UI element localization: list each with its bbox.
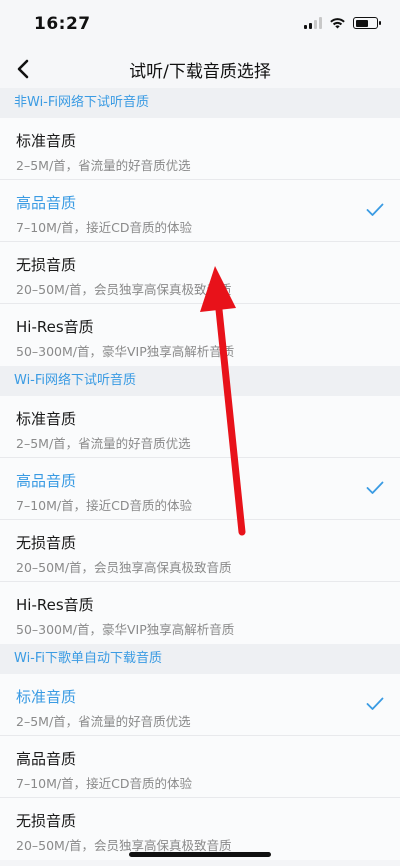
option-name: 高品音质: [16, 472, 77, 490]
battery-icon: [353, 17, 381, 29]
option-name: 高品音质: [16, 750, 77, 768]
option-desc: 50–300M/首，豪华VIP独享高解析音质: [16, 344, 235, 359]
option-name: Hi-Res音质: [16, 596, 94, 614]
wifi-icon: [330, 18, 345, 29]
settings-list: 非Wi-Fi网络下试听音质 标准音质 2–5M/首，省流量的好音质优选 高品音质…: [0, 88, 400, 860]
option-hires[interactable]: Hi-Res音质 50–300M/首，豪华VIP独享高解析音质: [0, 582, 400, 644]
section-header-mobile-preview: 非Wi-Fi网络下试听音质: [0, 88, 400, 118]
option-name: 标准音质: [16, 410, 77, 428]
option-name: 无损音质: [16, 812, 77, 830]
check-icon: [366, 481, 384, 494]
option-desc: 2–5M/首，省流量的好音质优选: [16, 158, 191, 173]
section-header-wifi-preview: Wi-Fi网络下试听音质: [0, 366, 400, 396]
option-desc: 20–50M/首，会员独享高保真极致音质: [16, 560, 232, 575]
option-name: 标准音质: [16, 132, 77, 150]
page-title: 试听/下载音质选择: [129, 62, 271, 82]
option-standard[interactable]: 标准音质 2–5M/首，省流量的好音质优选: [0, 118, 400, 180]
option-name: 高品音质: [16, 194, 77, 212]
option-standard[interactable]: 标准音质 2–5M/首，省流量的好音质优选: [0, 674, 400, 736]
cellular-signal-icon: [304, 17, 322, 29]
option-lossless[interactable]: 无损音质 20–50M/首，会员独享高保真极致音质: [0, 520, 400, 582]
option-name: Hi-Res音质: [16, 318, 94, 336]
option-desc: 7–10M/首，接近CD音质的体验: [16, 776, 192, 791]
option-desc: 20–50M/首，会员独享高保真极致音质: [16, 282, 232, 297]
check-icon: [366, 203, 384, 216]
option-lossless[interactable]: 无损音质 20–50M/首，会员独享高保真极致音质: [0, 798, 400, 860]
check-icon: [366, 697, 384, 710]
option-desc: 2–5M/首，省流量的好音质优选: [16, 714, 191, 729]
option-lossless[interactable]: 无损音质 20–50M/首，会员独享高保真极致音质: [0, 242, 400, 304]
option-name: 无损音质: [16, 256, 77, 274]
option-standard[interactable]: 标准音质 2–5M/首，省流量的好音质优选: [0, 396, 400, 458]
section-header-wifi-download: Wi-Fi下歌单自动下载音质: [0, 644, 400, 674]
option-hires[interactable]: Hi-Res音质 50–300M/首，豪华VIP独享高解析音质: [0, 304, 400, 366]
option-desc: 2–5M/首，省流量的好音质优选: [16, 436, 191, 451]
option-high[interactable]: 高品音质 7–10M/首，接近CD音质的体验: [0, 458, 400, 520]
nav-bar: 试听/下载音质选择: [0, 50, 400, 88]
status-time: 16:27: [34, 14, 91, 34]
option-name: 标准音质: [16, 688, 77, 706]
home-indicator: [129, 852, 271, 857]
option-desc: 50–300M/首，豪华VIP独享高解析音质: [16, 622, 235, 637]
option-name: 无损音质: [16, 534, 77, 552]
option-high[interactable]: 高品音质 7–10M/首，接近CD音质的体验: [0, 180, 400, 242]
option-desc: 7–10M/首，接近CD音质的体验: [16, 220, 192, 235]
status-icons: [304, 17, 381, 29]
option-high[interactable]: 高品音质 7–10M/首，接近CD音质的体验: [0, 736, 400, 798]
status-bar: 16:27: [0, 0, 400, 50]
option-desc: 7–10M/首，接近CD音质的体验: [16, 498, 192, 513]
